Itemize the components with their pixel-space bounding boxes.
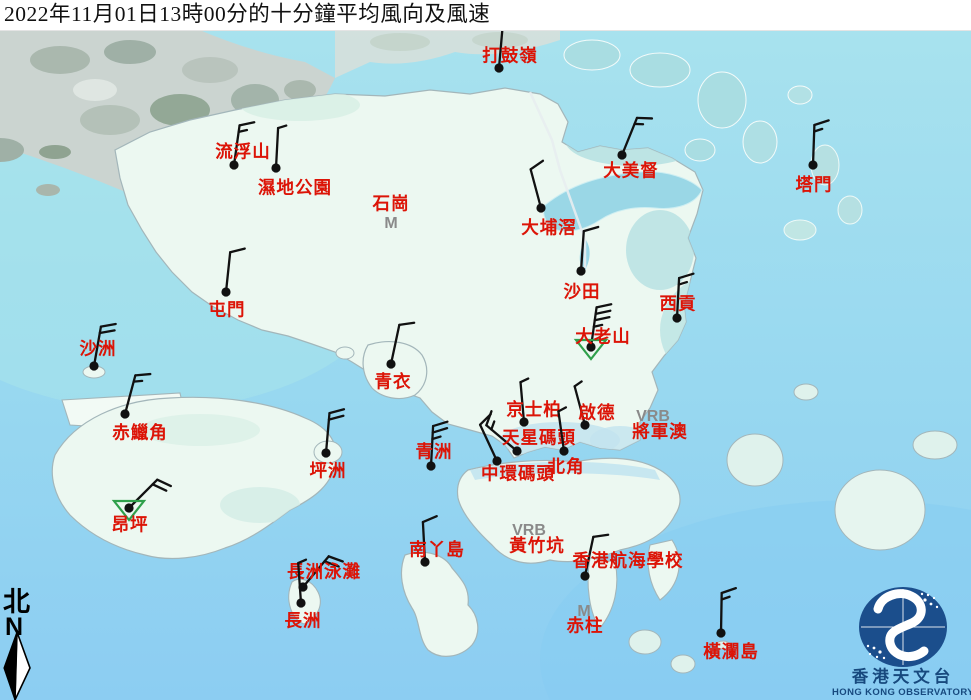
station-dot — [426, 461, 435, 470]
station-label: 塔門 — [796, 175, 833, 195]
station-label: 啟德 — [579, 403, 616, 423]
north-letter: N — [5, 613, 23, 641]
small-island — [784, 220, 816, 240]
station-label: 赤柱 — [567, 616, 604, 636]
station-dot — [124, 503, 133, 512]
station-label: 屯門 — [209, 300, 246, 320]
station-label: 南丫島 — [409, 540, 465, 560]
station-label: 北角 — [548, 457, 585, 477]
ma-wan-island — [336, 347, 354, 359]
station-dot — [576, 266, 585, 275]
station-label: 將軍澳 — [632, 422, 688, 442]
station-dot — [386, 359, 395, 368]
station-label: 打鼓嶺 — [482, 46, 538, 66]
station-dot — [559, 446, 568, 455]
station-label: 大老山 — [575, 327, 631, 347]
station-label: 大埔滘 — [521, 218, 577, 238]
station-label: 香港航海學校 — [573, 551, 684, 571]
hko-logo-name-en: HONG KONG OBSERVATORY — [832, 687, 971, 698]
station-label: 橫瀾島 — [703, 642, 759, 662]
station-label: 天星碼頭 — [502, 428, 576, 448]
station-dot — [221, 287, 230, 296]
po-toi-island — [629, 630, 661, 654]
station-label: 大美督 — [603, 161, 659, 181]
station-dot — [229, 160, 238, 169]
station-dot — [716, 628, 725, 637]
station-label: 赤鱲角 — [112, 423, 168, 443]
east-island — [835, 470, 925, 550]
station-label: 黃竹坑 — [508, 536, 565, 556]
station-dot — [672, 313, 681, 322]
station-dot — [271, 163, 280, 172]
hko-logo-name-zh: 香港天文台 — [852, 666, 955, 686]
station-dot — [512, 446, 521, 455]
station-dot — [321, 448, 330, 457]
station-dot — [89, 361, 98, 370]
station-label: 昂坪 — [112, 515, 149, 535]
station-dot — [617, 150, 626, 159]
station-dot — [120, 409, 129, 418]
station-dot — [808, 160, 817, 169]
station-label: 濕地公園 — [258, 178, 332, 198]
station-label: 流浮山 — [215, 142, 271, 162]
station-label: 沙田 — [564, 282, 601, 302]
station-label: 中環碼頭 — [481, 464, 555, 484]
clearwater-bay-island — [727, 434, 783, 486]
wind-map-page: 打鼓嶺流浮山濕地公園 M石崗 大美督塔門大埔滘沙田屯門 西貢沙洲 大老山青衣赤鱲角 京士柏… — [0, 0, 971, 700]
station-dot — [296, 598, 305, 607]
station-label: 西貢 — [660, 294, 697, 314]
small-island — [671, 655, 695, 673]
station-dot — [536, 203, 545, 212]
title-bar: 2022年11月01日13時00分的十分鐘平均風向及風速 — [0, 0, 971, 31]
station-label: 青洲 — [416, 442, 453, 462]
station-label: 坪洲 — [310, 461, 347, 481]
station-label: 京士柏 — [506, 400, 562, 420]
station-label: 沙洲 — [80, 339, 117, 359]
wind-barb-feather — [135, 374, 150, 375]
wind-barb-feather — [637, 118, 652, 119]
grass-island — [838, 196, 862, 224]
station-label: 長洲 — [285, 611, 322, 631]
small-island — [794, 384, 818, 400]
hong-kong-wind-map: 打鼓嶺流浮山濕地公園 M石崗 大美督塔門大埔滘沙田屯門 西貢沙洲 大老山青衣赤鱲角 京士柏… — [0, 0, 971, 700]
station-dot — [580, 571, 589, 580]
station-label: 石崗 — [372, 194, 410, 214]
wind-barb-feather — [134, 381, 142, 382]
ninepin-island — [913, 431, 957, 459]
map-title: 2022年11月01日13時00分的十分鐘平均風向及風速 — [0, 0, 971, 29]
station-note: M — [384, 215, 397, 232]
station-label: 青衣 — [375, 372, 412, 392]
